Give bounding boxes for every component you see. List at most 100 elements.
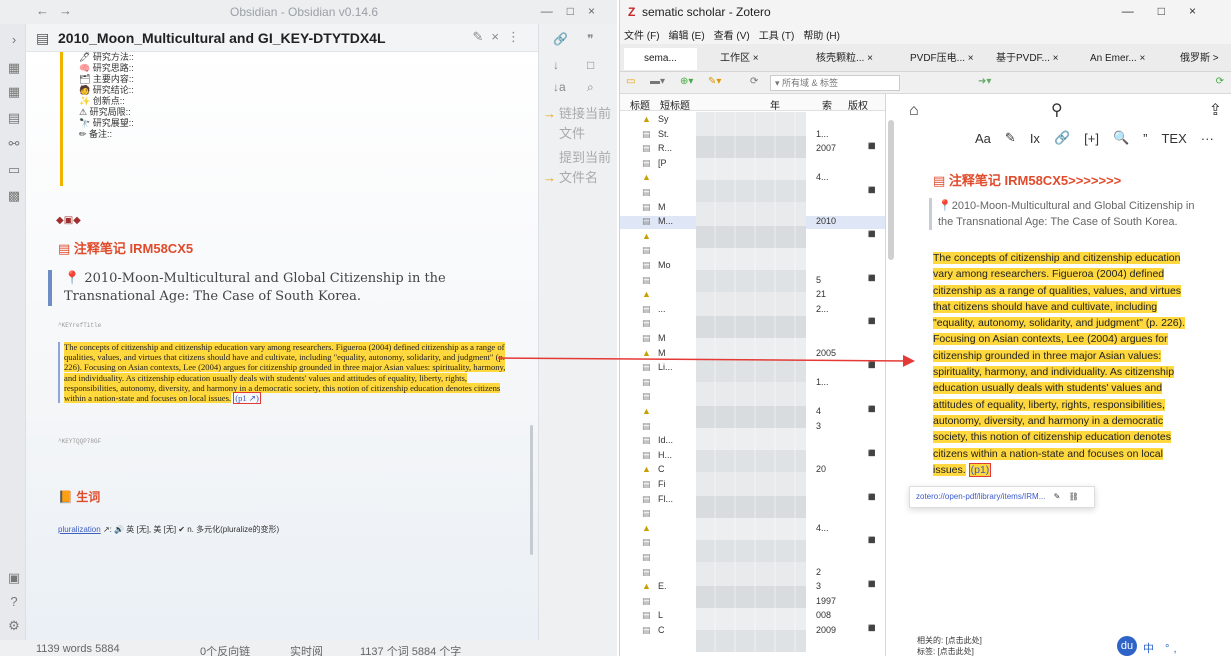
search-input[interactable]: ▾ 所有域 & 标签 <box>770 75 900 91</box>
item-title: R... <box>658 143 673 154</box>
linked-mentions[interactable]: → 链接当前文件 <box>543 104 615 144</box>
zotero-tab[interactable]: 核壳颗粒... × <box>816 48 873 70</box>
window-controls[interactable]: —□× <box>541 4 609 18</box>
zotero-tab[interactable]: An Emer... × <box>1090 48 1145 70</box>
down-arrow-icon[interactable]: ↓ <box>553 58 559 72</box>
edit-link-icon[interactable]: ✎ <box>1054 492 1061 501</box>
zotero-tab[interactable]: PVDF压电... × <box>910 48 974 70</box>
pdf-icon[interactable]: ⬛ <box>868 362 875 369</box>
pdf-icon[interactable]: ⬛ <box>868 581 875 588</box>
pdf-icon[interactable]: ⬛ <box>868 187 875 194</box>
item-year: 3 <box>816 420 822 431</box>
zotero-tab[interactable]: 基于PVDF... × <box>996 48 1059 70</box>
item-type-icon: ▤ <box>642 362 651 373</box>
link-url[interactable]: zotero://open-pdf/library/items/IRM... <box>916 492 1045 501</box>
pdf-icon[interactable]: ⬛ <box>868 494 875 501</box>
menu-item[interactable]: 编辑 (E) <box>669 27 705 42</box>
quote-icon[interactable]: ❞ <box>587 32 593 46</box>
outline-item: 🧑 研究结论:: <box>79 85 134 95</box>
item-type-icon: ▲ <box>642 406 651 416</box>
editor-tool-icon[interactable]: 🔍 <box>1113 130 1129 146</box>
editor-scrollbar[interactable] <box>530 425 533 555</box>
new-item-icon[interactable]: ▬▾ <box>650 76 665 87</box>
item-title: M <box>658 333 666 343</box>
square-icon[interactable]: □ <box>587 58 594 72</box>
editor-tool-icon[interactable]: TEX <box>1161 131 1186 146</box>
blocks-icon[interactable]: ▩ <box>6 188 22 204</box>
item-list-scrollbar[interactable] <box>888 120 894 260</box>
vault-icon[interactable]: ▣ <box>6 570 22 586</box>
pdf-icon[interactable]: ⬛ <box>868 318 875 325</box>
ime-toolbar-icon[interactable]: 中 °, <box>1143 640 1181 656</box>
home-icon[interactable]: ⌂ <box>909 102 919 120</box>
zotero-tab[interactable]: 工作区 × <box>720 48 759 70</box>
collapse-icon[interactable]: › <box>6 32 22 48</box>
sync-status-icon[interactable]: ⟳ <box>1216 76 1224 87</box>
editor-tool-icon[interactable]: [+] <box>1084 131 1099 146</box>
share-icon[interactable]: ⇪ <box>1209 100 1222 120</box>
item-year: 1... <box>816 128 829 139</box>
zotero-window-controls[interactable]: —□× <box>1122 4 1220 18</box>
column-header[interactable]: 版权 <box>848 97 868 112</box>
pdf-icon[interactable]: ⬛ <box>868 406 875 413</box>
menu-item[interactable]: 帮助 (H) <box>803 27 840 42</box>
grid-icon[interactable]: ▦ <box>6 84 22 100</box>
pdf-icon[interactable]: ⬛ <box>868 231 875 238</box>
zotero-quote-text: The concepts of citizenship and citizens… <box>933 252 1186 476</box>
pdf-icon[interactable]: ⬛ <box>868 275 875 282</box>
editor-tool-icon[interactable]: ··· <box>1201 131 1214 146</box>
table-icon[interactable]: ▦ <box>6 60 22 76</box>
new-collection-icon[interactable]: ▭ <box>626 76 635 87</box>
file-icon: ▤ <box>36 30 50 46</box>
editor-tool-icon[interactable]: Ix <box>1030 131 1040 146</box>
obsidian-editor[interactable]: 🖊 研究方法:: 🧠 研究思路:: 🗂 主要内容:: 🧑 研究结论:: ✨ 创新点:: ⚠… <box>26 52 538 640</box>
note-title[interactable]: 2010_Moon_Multicultural and GI_KEY-DTYTD… <box>58 30 386 46</box>
add-by-id-icon[interactable]: ⊕▾ <box>680 76 693 87</box>
menu-item[interactable]: 工具 (T) <box>759 27 795 42</box>
pdf-icon[interactable]: ⬛ <box>868 537 875 544</box>
attach-icon[interactable]: ✎▾ <box>708 76 721 87</box>
nodes-icon[interactable]: ⚲ <box>1051 100 1063 120</box>
cards-icon[interactable]: ▭ <box>6 162 22 178</box>
settings-icon[interactable]: ⚙ <box>6 618 22 634</box>
sync-icon[interactable]: ⟳ <box>750 76 758 87</box>
column-header[interactable]: 标题 <box>630 97 650 112</box>
sort-icon[interactable]: ↓a <box>553 80 566 94</box>
page-link[interactable]: (p1 ↗) <box>233 392 261 405</box>
column-header[interactable]: 短标题 <box>660 97 690 112</box>
locate-icon[interactable]: ➜▾ <box>978 76 991 87</box>
editor-tool-icon[interactable]: Aa <box>975 131 991 146</box>
zotero-tab[interactable]: sema... <box>624 48 697 70</box>
pdf-icon[interactable]: ⬛ <box>868 625 875 632</box>
zotero-tab[interactable]: 俄罗斯 > <box>1180 48 1219 70</box>
help-icon[interactable]: ? <box>6 594 22 610</box>
pdf-icon[interactable]: ⬛ <box>868 450 875 457</box>
nav-arrows[interactable]: ←→ <box>36 3 82 18</box>
column-header[interactable]: 索 <box>822 97 832 112</box>
obsidian-statusbar: 1139 words 5884 0个反向链 实时阅 1137 个词 5884 个… <box>0 640 617 656</box>
link-icon[interactable]: 🔗 <box>553 32 568 46</box>
backlinks-count[interactable]: 0个反向链 <box>200 643 250 656</box>
item-year: 3 <box>816 581 822 592</box>
menu-item[interactable]: 查看 (V) <box>714 27 750 42</box>
column-header[interactable]: 年 <box>770 97 780 112</box>
link-popup[interactable]: zotero://open-pdf/library/items/IRM... ✎… <box>909 486 1095 508</box>
pdf-icon[interactable]: ⬛ <box>868 143 875 150</box>
ime-logo-icon[interactable]: du <box>1117 636 1137 656</box>
editor-tool-icon[interactable]: ✎ <box>1005 130 1016 146</box>
unlink-icon[interactable]: ⛓ <box>1069 492 1079 501</box>
obsidian-note-header: ▤ 2010_Moon_Multicultural and GI_KEY-DTY… <box>26 24 538 52</box>
editor-tool-icon[interactable]: ” <box>1143 131 1147 146</box>
search-icon[interactable]: ⌕ <box>587 80 594 95</box>
edit-more-icons[interactable]: ✎×⋮ <box>473 29 528 45</box>
reading-mode[interactable]: 实时阅 <box>290 643 323 656</box>
graph-icon[interactable]: ⚯ <box>6 136 22 152</box>
note-icon[interactable]: ▤ <box>6 110 22 126</box>
editor-tool-icon[interactable]: 🔗 <box>1054 130 1070 146</box>
menu-item[interactable]: 文件 (F) <box>624 27 660 42</box>
unlinked-mentions[interactable]: → 提到当前文件名 <box>543 148 615 188</box>
related-field[interactable]: 相关的: [点击此处] 标签: [点击此处] <box>917 635 982 657</box>
zotero-page-link[interactable]: (p1) <box>968 462 992 477</box>
zotero-note-editor[interactable]: ⌂ ⚲ ⇪ Aa ✎ Ix 🔗 [+] 🔍 ” TEX ··· ▤ 注释笔记 IRM58CX5>… <box>901 94 1231 656</box>
vocab-word-link[interactable]: pluralization <box>58 525 101 534</box>
